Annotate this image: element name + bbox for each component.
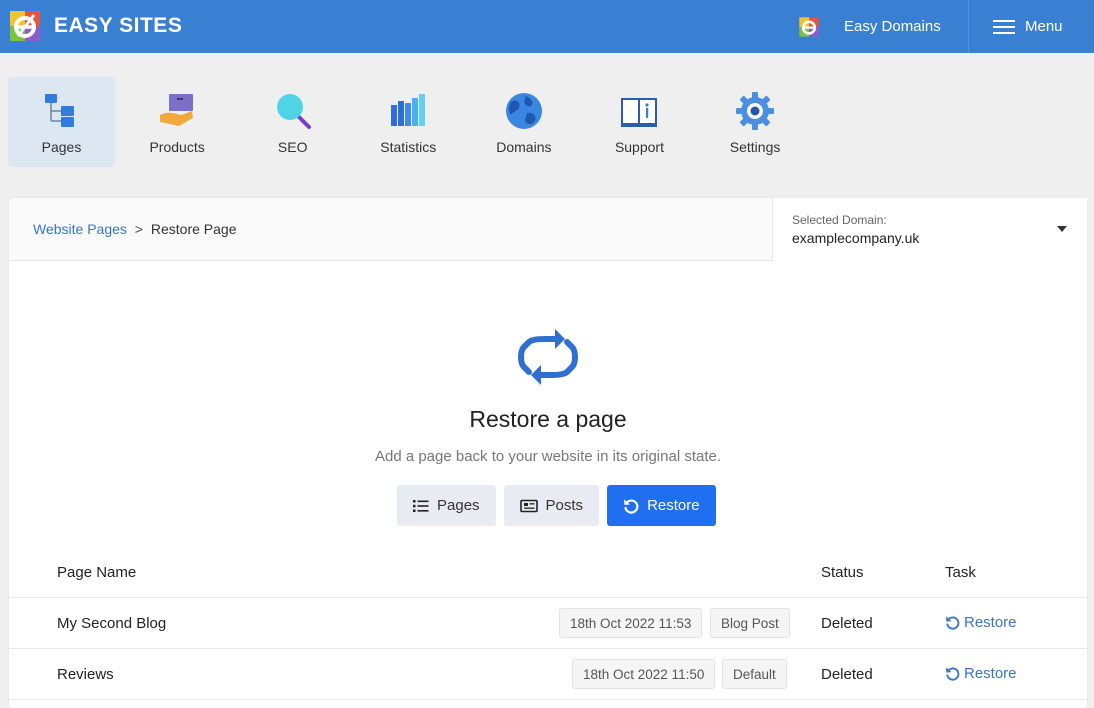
column-task: Task xyxy=(945,564,976,581)
main-card: Website Pages > Restore Page Selected Do… xyxy=(9,198,1087,708)
seo-icon xyxy=(276,94,311,129)
column-status: Status xyxy=(821,564,864,581)
status-text: Deleted xyxy=(821,666,873,683)
brand[interactable]: EASY SITES xyxy=(8,8,182,44)
app-name: EASY SITES xyxy=(54,14,183,37)
nav-label-pages: Pages xyxy=(41,139,82,155)
easy-sites-logo-icon xyxy=(10,11,40,41)
nav-item-statistics[interactable]: Statistics xyxy=(355,77,462,167)
domains-icon xyxy=(505,93,542,129)
easy-domains-logo-icon xyxy=(799,16,819,37)
breadcrumb-separator: > xyxy=(134,221,143,237)
nav-label-settings: Settings xyxy=(729,139,781,155)
restore-link-label: Restore xyxy=(964,614,1017,631)
nav-label-seo: SEO xyxy=(277,139,308,155)
easy-domains-button[interactable]: Easy Domains xyxy=(784,0,968,53)
pages-tab-label: Pages xyxy=(437,497,480,514)
nav-item-pages[interactable]: Pages xyxy=(8,77,115,167)
nav-item-settings[interactable]: Settings xyxy=(702,77,809,167)
domain-select[interactable]: Selected Domain: examplecompany.uk xyxy=(772,198,1087,261)
settings-icon xyxy=(736,92,775,130)
date-badge: 18th Oct 2022 11:53 xyxy=(559,608,703,638)
nav-label-statistics: Statistics xyxy=(380,139,437,155)
nav-item-domains[interactable]: Domains xyxy=(470,77,577,167)
posts-tab-button[interactable]: Posts xyxy=(503,485,600,526)
nav-label-domains: Domains xyxy=(496,139,552,155)
domain-select-value: examplecompany.uk xyxy=(792,230,920,246)
undo-icon xyxy=(624,498,639,514)
restore-link[interactable]: Restore xyxy=(945,614,1017,631)
newspaper-icon xyxy=(519,499,538,512)
posts-tab-label: Posts xyxy=(545,497,584,514)
pages-icon xyxy=(44,94,74,127)
caret-down-icon xyxy=(1057,226,1067,232)
page-subtitle: Add a page back to your website in its o… xyxy=(374,448,722,465)
domain-select-caption: Selected Domain: xyxy=(792,213,887,227)
menu-label: Menu xyxy=(1025,18,1063,35)
undo-icon xyxy=(945,616,960,630)
nav-item-support[interactable]: Support xyxy=(586,77,693,167)
restore-cycle-icon xyxy=(518,329,578,385)
restore-link[interactable]: Restore xyxy=(945,665,1017,682)
hamburger-icon xyxy=(993,19,1015,34)
type-badge: Default xyxy=(722,659,787,689)
restore-link-label: Restore xyxy=(964,665,1017,682)
status-text: Deleted xyxy=(821,615,873,632)
support-icon xyxy=(621,98,658,127)
list-icon xyxy=(413,499,429,512)
pages-tab-button[interactable]: Pages xyxy=(397,485,496,526)
table-header: Page Name Status Task xyxy=(9,548,1087,598)
breadcrumb: Website Pages > Restore Page xyxy=(33,221,236,237)
menu-button[interactable]: Menu xyxy=(968,0,1094,53)
view-tabs: Pages Posts Restore xyxy=(397,485,724,526)
restore-tab-label: Restore xyxy=(647,497,700,514)
table-row: Reviews 18th Oct 2022 11:50 Default Dele… xyxy=(9,649,1087,700)
restore-tab-button[interactable]: Restore xyxy=(607,485,716,526)
statistics-icon xyxy=(391,94,426,126)
breadcrumb-website-pages[interactable]: Website Pages xyxy=(33,221,127,237)
breadcrumb-current: Restore Page xyxy=(150,221,237,237)
top-bar: EASY SITES Easy Domains Menu xyxy=(0,0,1094,53)
deleted-pages-table: Page Name Status Task My Second Blog 18t… xyxy=(9,548,1087,700)
undo-icon xyxy=(945,667,960,681)
type-badge: Blog Post xyxy=(710,608,790,638)
products-icon xyxy=(160,94,194,126)
nav-label-products: Products xyxy=(149,139,205,155)
table-row: My Second Blog 18th Oct 2022 11:53 Blog … xyxy=(9,598,1087,649)
page-name: Reviews xyxy=(57,666,114,683)
nav-label-support: Support xyxy=(614,139,664,155)
card-header: Website Pages > Restore Page Selected Do… xyxy=(9,198,1087,261)
date-badge: 18th Oct 2022 11:50 xyxy=(572,659,716,689)
nav-item-seo[interactable]: SEO xyxy=(239,77,346,167)
easy-domains-label: Easy Domains xyxy=(844,18,941,35)
page-name: My Second Blog xyxy=(57,615,167,632)
nav-item-products[interactable]: Products xyxy=(124,77,231,167)
main-nav: Pages Products SEO Statistics Domains Su… xyxy=(8,77,817,167)
column-page-name: Page Name xyxy=(57,564,137,581)
page-title: Restore a page xyxy=(469,406,627,432)
